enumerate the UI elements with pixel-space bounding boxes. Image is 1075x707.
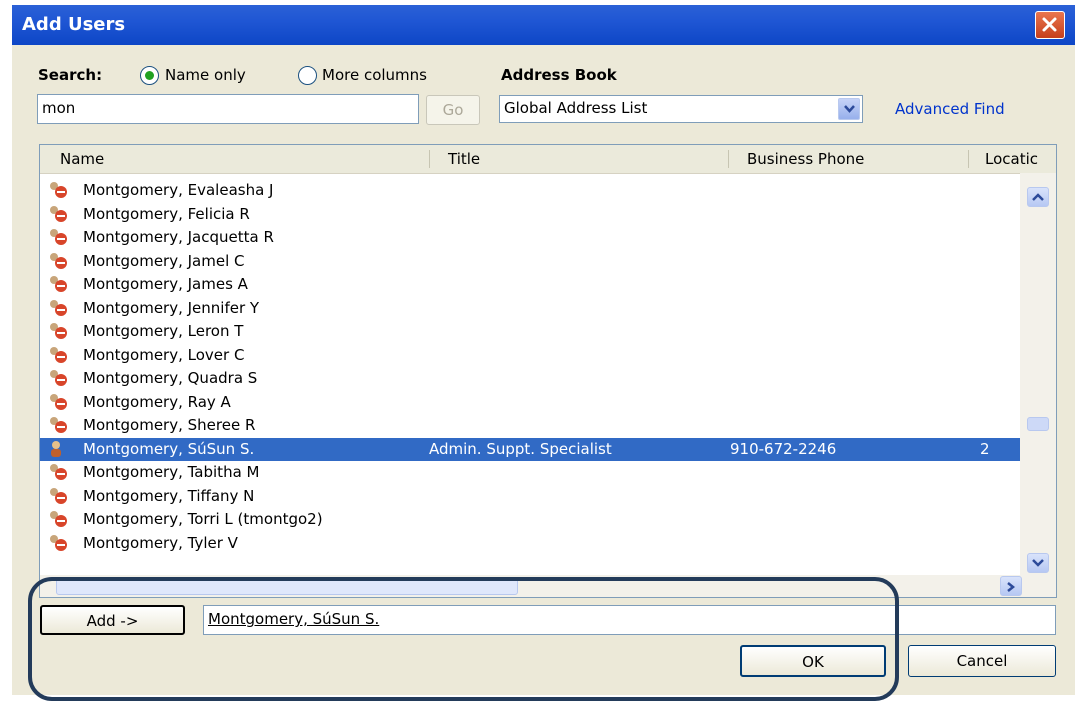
user-icon <box>50 393 67 410</box>
table-row[interactable]: Montgomery, Jamel C <box>40 250 1020 273</box>
user-icon <box>50 417 67 433</box>
list-header: Name Title Business Phone Locatic <box>40 145 1056 174</box>
more-columns-label[interactable]: More columns <box>322 66 427 84</box>
table-row[interactable]: Montgomery, Leron T <box>40 320 1020 343</box>
row-name: Montgomery, Lover C <box>83 345 245 364</box>
name-only-label[interactable]: Name only <box>165 66 246 84</box>
scroll-up-icon <box>1032 193 1044 201</box>
user-icon <box>50 205 67 222</box>
close-icon <box>1042 17 1057 32</box>
column-header-location[interactable]: Locatic <box>985 150 1038 168</box>
table-row[interactable]: Montgomery, Sheree R <box>40 414 1020 437</box>
user-icon <box>50 276 67 292</box>
user-icon <box>50 229 67 245</box>
cancel-button[interactable]: Cancel <box>908 645 1056 677</box>
user-icon <box>50 299 67 316</box>
user-icon <box>50 182 67 198</box>
table-row[interactable]: Montgomery, Ray A <box>40 391 1020 414</box>
vertical-scrollbar[interactable] <box>1020 173 1056 575</box>
row-name: Montgomery, Evaleasha J <box>83 181 274 199</box>
row-name: Montgomery, Sheree R <box>83 416 256 434</box>
row-name: Montgomery, Torri L (tmontgo2) <box>83 510 323 528</box>
advanced-find-link[interactable]: Advanced Find <box>895 100 1005 118</box>
table-row[interactable]: Montgomery, Jennifer Y <box>40 297 1020 320</box>
address-book-value: Global Address List <box>504 99 648 117</box>
table-row[interactable]: Montgomery, Felicia R <box>40 203 1020 226</box>
row-name: Montgomery, SúSun S. <box>83 439 255 458</box>
search-input[interactable]: mon <box>37 94 419 124</box>
row-title: Admin. Suppt. Specialist <box>429 439 612 458</box>
row-name: Montgomery, Tabitha M <box>83 463 260 481</box>
table-row[interactable]: Montgomery, Tiffany N <box>40 485 1020 508</box>
dropdown-button[interactable] <box>838 98 860 120</box>
row-business-phone: 910-672-2246 <box>730 439 837 458</box>
table-row-selected[interactable]: Montgomery, SúSun S. Admin. Suppt. Speci… <box>40 437 1020 461</box>
row-name: Montgomery, Felicia R <box>83 204 250 223</box>
user-icon <box>51 440 61 457</box>
table-row[interactable]: Montgomery, James A <box>40 273 1020 296</box>
row-name: Montgomery, Tiffany N <box>83 486 255 505</box>
user-icon <box>50 323 67 339</box>
table-row[interactable]: Montgomery, Jacquetta R <box>40 226 1020 249</box>
user-icon <box>50 464 67 480</box>
user-icon <box>50 346 67 363</box>
row-name: Montgomery, James A <box>83 275 248 293</box>
row-name: Montgomery, Quadra S <box>83 369 258 387</box>
row-location: 2 <box>980 439 990 458</box>
column-header-business-phone[interactable]: Business Phone <box>747 150 864 168</box>
table-row[interactable]: Montgomery, Quadra S <box>40 367 1020 390</box>
user-icon <box>50 487 67 504</box>
title-bar[interactable]: Add Users <box>12 5 1075 45</box>
scroll-down-icon <box>1032 559 1044 567</box>
scroll-down-button[interactable] <box>1027 553 1049 573</box>
table-row[interactable]: Montgomery, Evaleasha J <box>40 179 1020 202</box>
address-book-select[interactable]: Global Address List <box>499 95 863 123</box>
address-list[interactable]: Name Title Business Phone Locatic Montgo… <box>39 144 1057 598</box>
address-book-label: Address Book <box>501 66 617 84</box>
scroll-right-icon <box>1007 582 1016 592</box>
scroll-up-button[interactable] <box>1027 187 1049 207</box>
user-icon <box>50 370 67 386</box>
scroll-right-button[interactable] <box>1000 576 1022 596</box>
window-title: Add Users <box>22 14 126 35</box>
row-name: Montgomery, Jamel C <box>83 251 245 270</box>
user-icon <box>50 534 67 551</box>
table-row[interactable]: Montgomery, Tyler V <box>40 532 1020 555</box>
dropdown-arrow-icon <box>844 105 855 113</box>
table-row[interactable]: Montgomery, Tabitha M <box>40 461 1020 484</box>
row-name: Montgomery, Leron T <box>83 322 244 340</box>
user-icon <box>50 511 67 527</box>
search-label: Search: <box>38 66 103 84</box>
table-row[interactable]: Montgomery, Torri L (tmontgo2) <box>40 508 1020 531</box>
close-button[interactable] <box>1035 11 1065 39</box>
column-header-title[interactable]: Title <box>448 150 480 168</box>
more-columns-radio[interactable] <box>298 66 317 85</box>
row-name: Montgomery, Jacquetta R <box>83 228 274 246</box>
row-name: Montgomery, Ray A <box>83 392 231 411</box>
name-only-radio[interactable] <box>140 66 159 85</box>
row-name: Montgomery, Tyler V <box>83 533 238 552</box>
row-name: Montgomery, Jennifer Y <box>83 298 260 317</box>
annotation-highlight <box>28 577 899 701</box>
table-row[interactable]: Montgomery, Lover C <box>40 344 1020 367</box>
column-header-name[interactable]: Name <box>60 150 104 168</box>
user-icon <box>50 252 67 269</box>
go-button[interactable]: Go <box>426 95 480 125</box>
vertical-scroll-thumb[interactable] <box>1027 417 1049 431</box>
